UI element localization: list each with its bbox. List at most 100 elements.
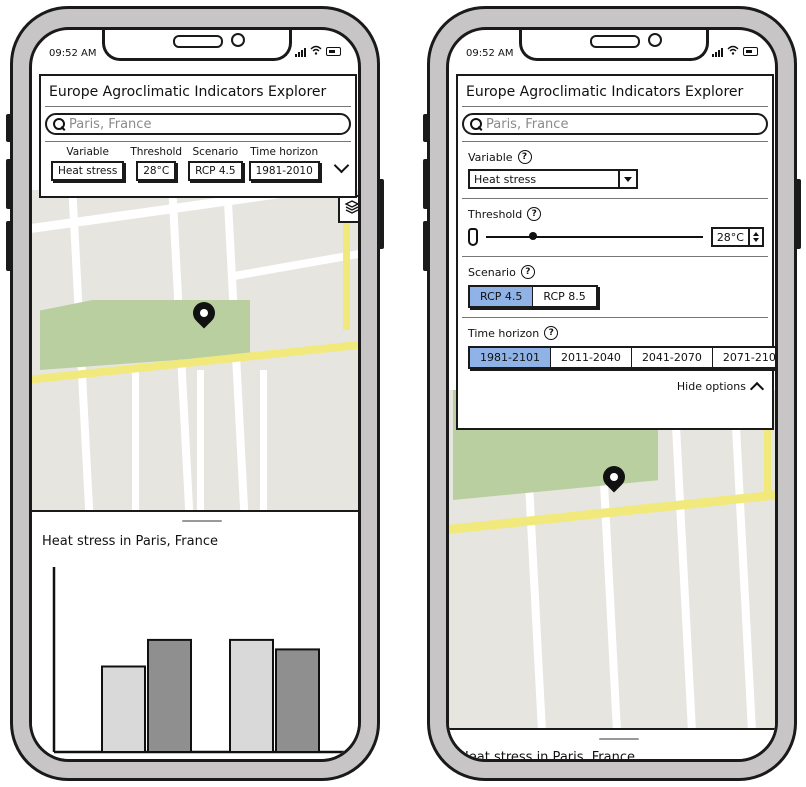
camera (648, 33, 662, 47)
time-horizon-segmented-control: 1981-2101 2011-2040 2041-2070 2071-2100 (468, 346, 775, 369)
divider (462, 141, 768, 142)
threshold-label: Threshold (468, 207, 523, 221)
map-road (197, 370, 204, 510)
divider (462, 317, 768, 318)
sheet-handle[interactable] (599, 738, 639, 740)
power-button (795, 179, 801, 249)
map-road (670, 390, 696, 730)
mute-switch (6, 114, 12, 142)
time-horizon-chip[interactable]: 1981-2010 (248, 161, 320, 181)
map-road (132, 370, 139, 510)
help-icon[interactable]: ? (527, 207, 542, 221)
hide-options-button[interactable]: Hide options (458, 369, 772, 402)
sheet-title: Heat stress in Paris, France (42, 534, 219, 549)
arrow-down-icon[interactable] (753, 238, 759, 242)
phone-frame-expanded: 09:52 AM Europe Agroclimatic Indicators … (423, 6, 801, 781)
help-icon[interactable]: ? (544, 326, 559, 340)
slider-thumb[interactable] (529, 232, 538, 240)
time-horizon-option[interactable]: 2011-2040 (550, 348, 632, 367)
map-view[interactable] (449, 390, 775, 730)
wifi-icon (310, 45, 322, 58)
bottom-sheet[interactable]: Heat stress in Paris, France (32, 510, 358, 759)
divider (462, 106, 768, 107)
search-input[interactable] (486, 116, 736, 132)
phone-screen: 09:52 AM Europe Agroclimatic Indicators … (29, 27, 361, 762)
threshold-slider-row: 28°C (458, 221, 772, 247)
time-horizon-option[interactable]: 2041-2070 (631, 348, 713, 367)
compact-time-horizon: Time horizon 1981-2010 (248, 146, 320, 181)
variable-label: Variable (66, 146, 109, 158)
status-time: 09:52 AM (466, 48, 514, 59)
notch (519, 30, 709, 61)
speaker (173, 35, 223, 48)
help-icon[interactable]: ? (517, 150, 532, 164)
time-horizon-option[interactable]: 1981-2101 (470, 348, 551, 367)
search-icon (53, 118, 65, 130)
compact-scenario: Scenario RCP 4.5 (188, 146, 243, 181)
camera (231, 33, 245, 47)
search-bar[interactable] (462, 113, 768, 135)
variable-label: Variable (468, 150, 513, 164)
status-bar: 09:52 AM (32, 30, 358, 70)
status-time: 09:52 AM (49, 48, 97, 59)
time-horizon-label: Time horizon (468, 326, 540, 340)
variable-select[interactable]: Heat stress (468, 169, 638, 189)
chart-bar (229, 638, 274, 753)
volume-down-button (6, 221, 12, 271)
help-icon[interactable]: ? (520, 265, 535, 279)
speaker (590, 35, 640, 48)
variable-field-label: Variable ? (458, 150, 772, 164)
heat-stress-chart (52, 567, 357, 754)
status-bar: 09:52 AM (449, 30, 775, 70)
options-panel-expanded: Europe Agroclimatic Indicators Explorer … (456, 74, 775, 430)
scenario-label: Scenario (192, 146, 239, 158)
status-icons (295, 45, 341, 58)
divider (462, 256, 768, 257)
scenario-option[interactable]: RCP 8.5 (533, 287, 596, 306)
chevron-down-icon[interactable] (333, 157, 350, 174)
sheet-handle[interactable] (182, 520, 222, 522)
layers-button[interactable] (338, 195, 358, 223)
volume-up-button (6, 159, 12, 209)
dropdown-caret-icon[interactable] (618, 171, 636, 187)
threshold-stepper[interactable]: 28°C (710, 227, 764, 247)
mute-switch (423, 114, 429, 142)
signal-icon (295, 47, 306, 57)
battery-icon (326, 47, 341, 56)
search-input[interactable] (69, 116, 319, 132)
thermometer-icon (468, 228, 478, 246)
scenario-field-label: Scenario ? (458, 265, 772, 279)
threshold-slider[interactable] (486, 232, 703, 240)
status-icons (712, 45, 758, 58)
phone-screen: 09:52 AM Europe Agroclimatic Indicators … (446, 27, 778, 762)
power-button (378, 179, 384, 249)
signal-icon (712, 47, 723, 57)
scenario-option[interactable]: RCP 4.5 (470, 287, 534, 306)
bottom-sheet[interactable]: Heat stress in Paris, France (449, 728, 775, 759)
divider (45, 106, 351, 107)
scenario-segmented-control: RCP 4.5 RCP 8.5 (468, 285, 598, 308)
threshold-chip[interactable]: 28°C (136, 161, 177, 181)
wifi-icon (727, 45, 739, 58)
threshold-label: Threshold (130, 146, 183, 158)
map-road (730, 390, 756, 730)
search-bar[interactable] (45, 113, 351, 135)
stepper-arrows[interactable] (748, 229, 762, 245)
variable-chip[interactable]: Heat stress (51, 161, 125, 181)
app-title: Europe Agroclimatic Indicators Explorer (466, 84, 744, 100)
divider (462, 198, 768, 199)
map-view[interactable] (32, 190, 358, 510)
chart-bar (147, 638, 192, 753)
options-panel-collapsed: Europe Agroclimatic Indicators Explorer … (39, 74, 357, 198)
battery-icon (743, 47, 758, 56)
chart-bar (101, 665, 146, 753)
compact-threshold: Threshold 28°C (130, 146, 182, 181)
time-horizon-option[interactable]: 2071-2100 (712, 348, 775, 367)
arrow-up-icon[interactable] (753, 232, 759, 236)
map-road (260, 370, 267, 510)
volume-up-button (423, 159, 429, 209)
threshold-value: 28°C (716, 230, 744, 244)
volume-down-button (423, 221, 429, 271)
time-horizon-field-label: Time horizon ? (458, 326, 772, 340)
scenario-chip[interactable]: RCP 4.5 (188, 161, 243, 181)
